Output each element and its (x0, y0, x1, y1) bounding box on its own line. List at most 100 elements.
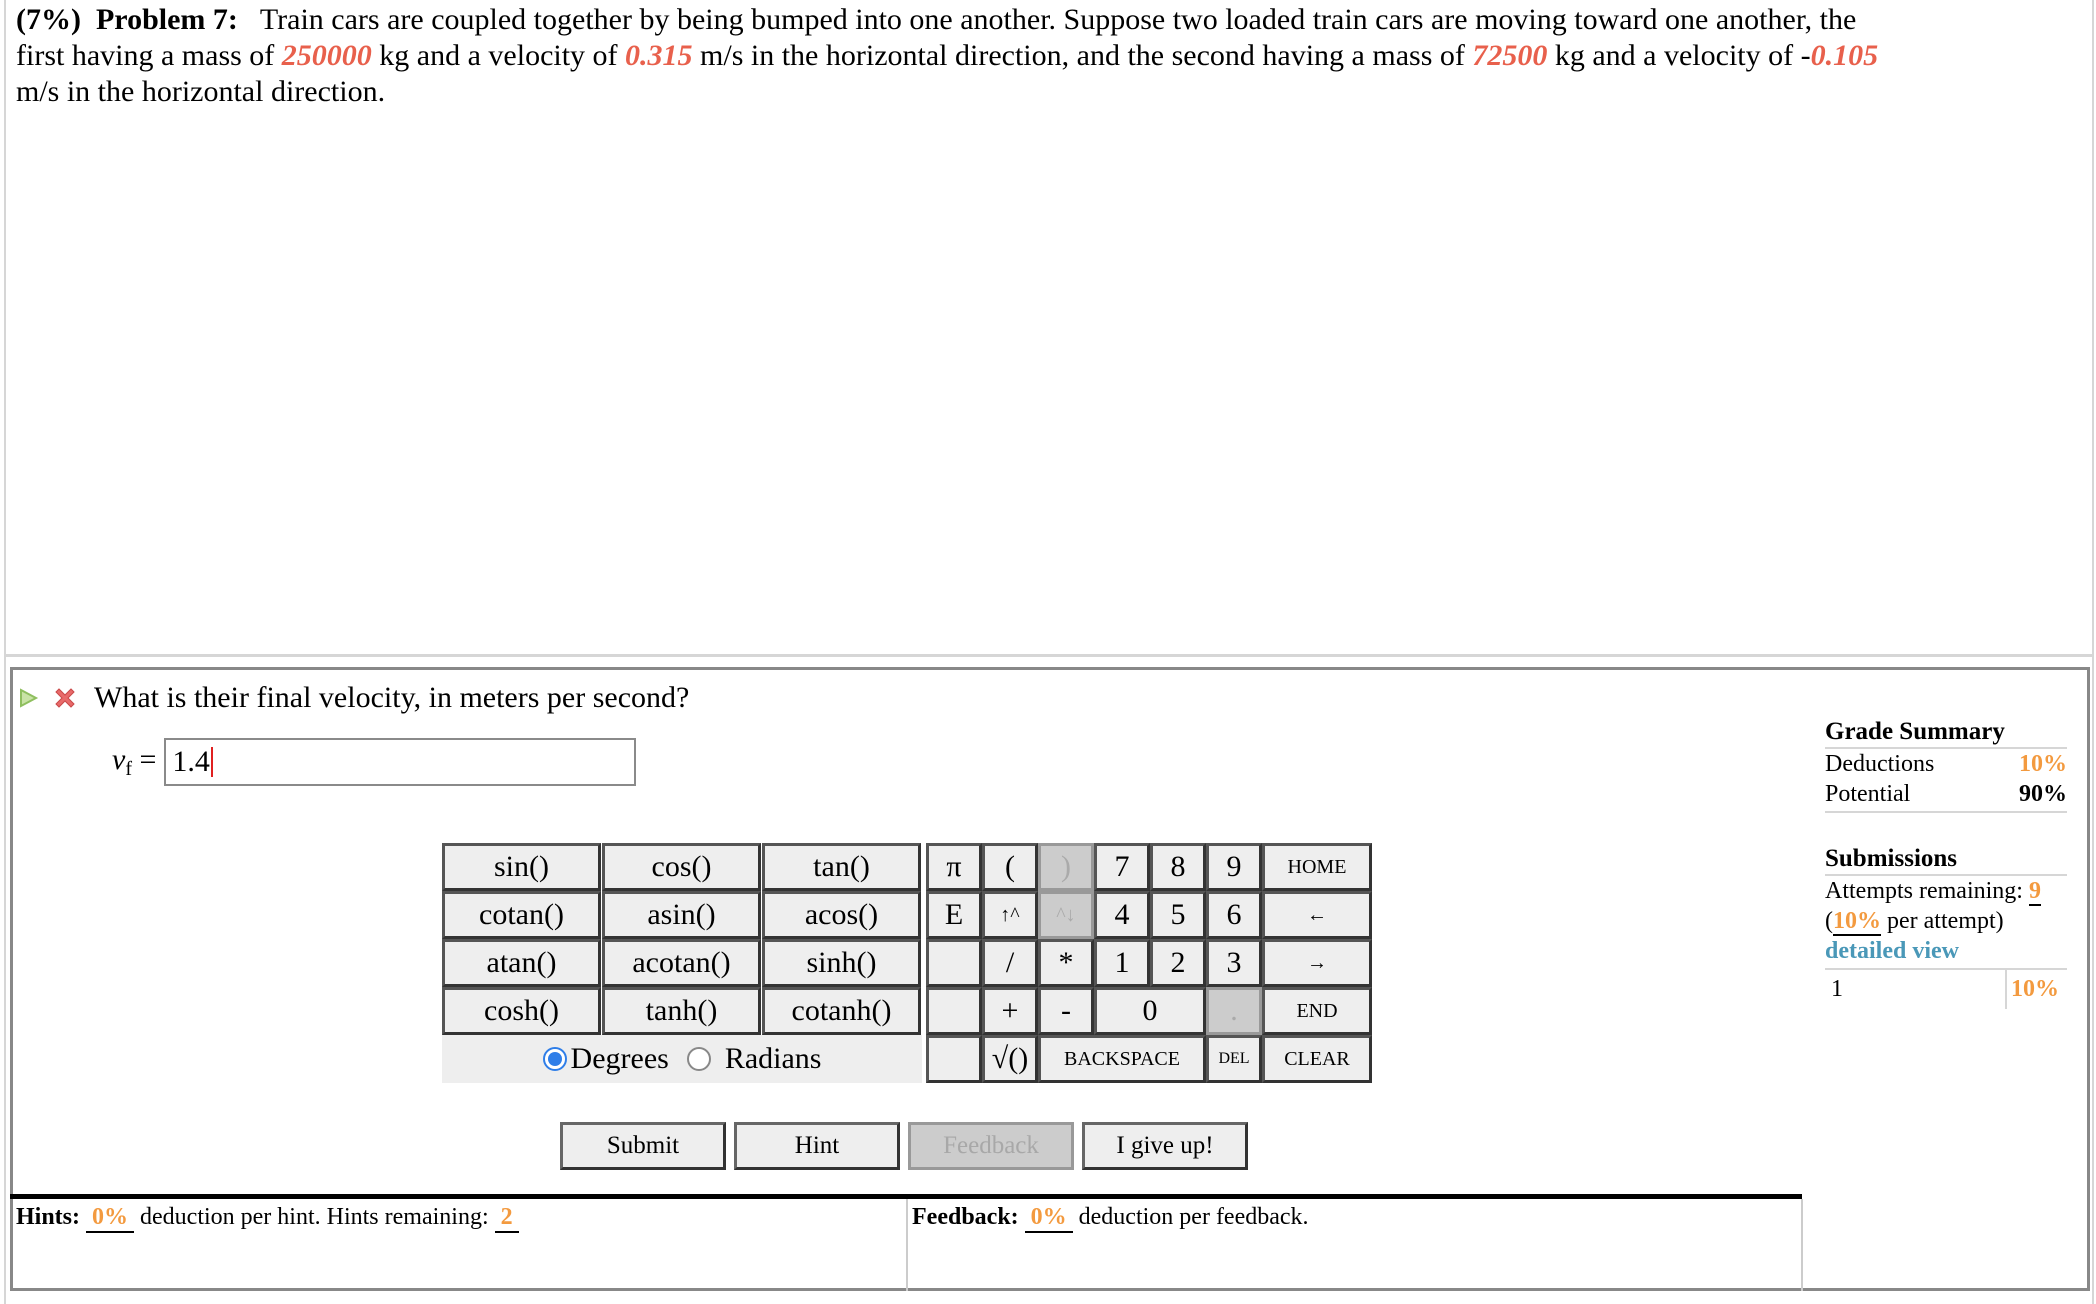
per-attempt-deduction: 10% (1833, 908, 1881, 936)
key-open-paren[interactable]: ( (982, 843, 1038, 891)
answer-input[interactable]: 1.4 (164, 738, 637, 786)
divider (4, 654, 2094, 657)
key-sinh[interactable]: sinh() (762, 939, 921, 987)
submission-deduction: 10% (2005, 970, 2067, 1009)
hints-remaining: 2 (494, 1204, 519, 1233)
hints-text: deduction per hint. Hints remaining: (140, 1204, 489, 1230)
feedback-info: Feedback: 0% deduction per feedback. (912, 1204, 1309, 1233)
answer-subscript: f (125, 758, 132, 780)
key-blank (926, 939, 982, 987)
key-7[interactable]: 7 (1094, 843, 1150, 891)
feedback-deduction: 0% (1024, 1204, 1073, 1233)
key-end[interactable]: END (1262, 987, 1372, 1035)
key-backspace[interactable]: BACKSPACE (1038, 1035, 1206, 1083)
key-superscript-up[interactable]: ↑^ (982, 891, 1038, 939)
question-line: What is their final velocity, in meters … (16, 678, 689, 718)
key-right-arrow[interactable]: → (1262, 939, 1372, 987)
key-home[interactable]: HOME (1262, 843, 1372, 891)
mass-2-value: 72500 (1472, 39, 1548, 72)
key-1[interactable]: 1 (1094, 939, 1150, 987)
question-text: What is their final velocity, in meters … (94, 681, 690, 714)
give-up-button[interactable]: I give up! (1082, 1122, 1248, 1170)
degrees-label[interactable]: Degrees (571, 1042, 669, 1076)
deductions-value: 10% (2019, 751, 2067, 777)
problem-text: kg and a velocity of (371, 39, 626, 72)
key-9[interactable]: 9 (1206, 843, 1262, 891)
problem-text: m/s in the horizontal direction, and the… (692, 39, 1473, 72)
velocity-2-value: 0.105 (1810, 39, 1879, 72)
potential-label: Potential (1825, 781, 1911, 807)
function-keypad: sin() cos() tan() cotan() asin() acos() … (442, 843, 922, 1035)
key-superscript-down[interactable]: ^↓ (1038, 891, 1094, 939)
key-multiply[interactable]: * (1038, 939, 1094, 987)
divider (1801, 1199, 1803, 1291)
feedback-button: Feedback (908, 1122, 1074, 1170)
page-border (4, 0, 6, 1304)
key-e[interactable]: E (926, 891, 982, 939)
hint-button[interactable]: Hint (734, 1122, 900, 1170)
key-8[interactable]: 8 (1150, 843, 1206, 891)
problem-title: Problem 7: (95, 3, 238, 36)
degrees-radio[interactable] (542, 1047, 567, 1071)
equals-sign: = (139, 743, 157, 776)
key-cosh[interactable]: cosh() (442, 987, 601, 1035)
potential-row: Potential 90% (1825, 779, 2067, 809)
mass-1-value: 250000 (281, 39, 372, 72)
answer-label: vf = (112, 743, 156, 781)
divider (906, 1199, 908, 1291)
play-icon[interactable] (16, 686, 40, 710)
problem-text: m/s in the horizontal direction. (16, 75, 386, 108)
key-2[interactable]: 2 (1150, 939, 1206, 987)
attempts-label: Attempts remaining: (1825, 878, 2023, 904)
key-cotan[interactable]: cotan() (442, 891, 601, 939)
key-tanh[interactable]: tanh() (602, 987, 761, 1035)
feedback-text: deduction per feedback. (1078, 1204, 1309, 1230)
problem-weight: (7%) (16, 3, 81, 36)
radians-label[interactable]: Radians (725, 1042, 822, 1076)
key-3[interactable]: 3 (1206, 939, 1262, 987)
key-acos[interactable]: acos() (762, 891, 921, 939)
detailed-view-link[interactable]: detailed view (1825, 938, 1959, 964)
key-asin[interactable]: asin() (602, 891, 761, 939)
incorrect-x-icon (55, 688, 75, 708)
key-sin[interactable]: sin() (442, 843, 601, 891)
key-minus[interactable]: - (1038, 987, 1094, 1035)
key-plus[interactable]: + (982, 987, 1038, 1035)
key-dot[interactable]: . (1206, 987, 1262, 1035)
hints-label: Hints: (16, 1204, 81, 1230)
key-divide[interactable]: / (982, 939, 1038, 987)
answer-symbol: v (112, 743, 126, 776)
grade-summary: Grade Summary Deductions 10% Potential 9… (1825, 718, 2067, 1009)
attempts-info: Attempts remaining: 9 (10% per attempt) … (1825, 876, 2067, 966)
text-cursor (210, 747, 213, 777)
deductions-label: Deductions (1825, 751, 1935, 777)
key-5[interactable]: 5 (1150, 891, 1206, 939)
key-del[interactable]: DEL (1206, 1035, 1262, 1083)
per-attempt-text: per attempt) (1887, 908, 2004, 934)
key-blank (926, 987, 982, 1035)
key-cotanh[interactable]: cotanh() (762, 987, 921, 1035)
radians-radio[interactable] (686, 1047, 711, 1071)
key-cos[interactable]: cos() (602, 843, 761, 891)
key-tan[interactable]: tan() (762, 843, 921, 891)
problem-text: kg and a velocity of - (1547, 39, 1811, 72)
submit-button[interactable]: Submit (560, 1122, 726, 1170)
key-close-paren[interactable]: ) (1038, 843, 1094, 891)
answer-value: 1.4 (172, 745, 210, 778)
angle-mode-selector: Degrees Radians (442, 1035, 922, 1083)
submission-row: 1 10% (1825, 968, 2067, 1009)
problem-statement: (7%) Problem 7: Train cars are coupled t… (16, 2, 1896, 110)
key-4[interactable]: 4 (1094, 891, 1150, 939)
velocity-1-value: 0.315 (625, 39, 693, 72)
key-left-arrow[interactable]: ← (1262, 891, 1372, 939)
key-pi[interactable]: π (926, 843, 982, 891)
key-0[interactable]: 0 (1094, 987, 1206, 1035)
key-acotan[interactable]: acotan() (602, 939, 761, 987)
key-atan[interactable]: atan() (442, 939, 601, 987)
key-sqrt[interactable]: √() (982, 1035, 1038, 1083)
attempts-remaining: 9 (2028, 878, 2041, 906)
action-buttons: Submit Hint Feedback I give up! (560, 1122, 1248, 1170)
key-6[interactable]: 6 (1206, 891, 1262, 939)
key-clear[interactable]: CLEAR (1262, 1035, 1372, 1083)
numeric-keypad: π ( ) 7 8 9 HOME E ↑^ ^↓ 4 5 6 ← / * 1 2… (926, 843, 1372, 1083)
